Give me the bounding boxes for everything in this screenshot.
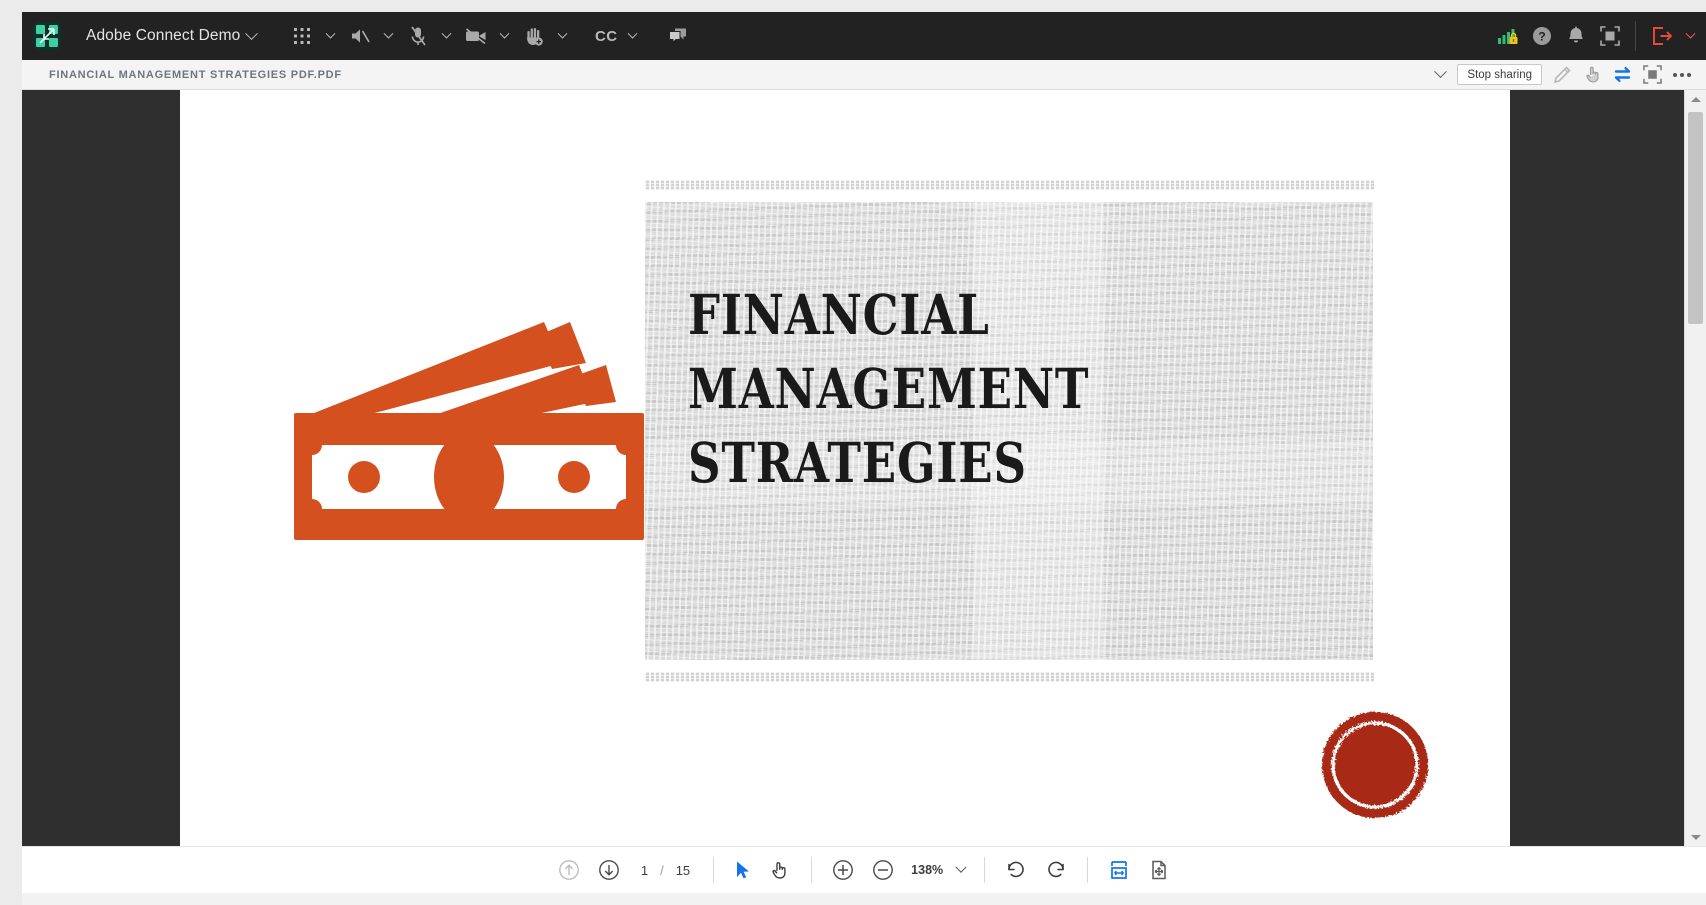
speaker-button[interactable]	[342, 12, 400, 60]
microphone-button[interactable]	[400, 12, 458, 60]
zoom-out-icon[interactable]	[863, 850, 903, 890]
share-pod-header: FINANCIAL MANAGEMENT STRATEGIES PDF.PDF …	[22, 60, 1706, 90]
window-footer-pad	[22, 893, 1706, 905]
notification-bell-icon[interactable]	[1559, 13, 1593, 59]
cover-texture-strip-top	[644, 180, 1374, 190]
zoom-in-icon[interactable]	[823, 850, 863, 890]
stop-sharing-button[interactable]: Stop sharing	[1457, 64, 1542, 85]
exit-meeting-button[interactable]	[1644, 12, 1702, 60]
meeting-title-chevron-down-icon[interactable]	[240, 13, 262, 59]
grunge-circle-stamp-icon	[1322, 712, 1428, 818]
apps-grid-icon	[285, 13, 319, 59]
pointer-hand-icon[interactable]	[1577, 60, 1607, 90]
rotate-clockwise-icon[interactable]	[1036, 850, 1076, 890]
pdf-bottom-toolbar: 1 / 15 138%	[22, 846, 1706, 893]
closed-caption-icon: CC	[594, 27, 618, 45]
select-arrow-icon[interactable]	[725, 850, 761, 890]
shared-file-name: FINANCIAL MANAGEMENT STRATEGIES PDF.PDF	[49, 68, 342, 81]
speaker-muted-icon	[343, 13, 377, 59]
connection-strength-secure-icon[interactable]	[1491, 13, 1525, 59]
help-icon[interactable]: ?	[1525, 13, 1559, 59]
toolbar-divider	[713, 857, 715, 883]
raise-hand-chevron-down-icon[interactable]	[551, 13, 573, 59]
svg-text:?: ?	[1538, 30, 1545, 44]
scroll-up-arrow-icon[interactable]	[1685, 90, 1706, 108]
toolbar-divider	[1635, 21, 1636, 51]
raise-hand-button[interactable]	[516, 12, 574, 60]
fullscreen-icon[interactable]	[1593, 13, 1627, 59]
meeting-title: Adobe Connect Demo	[86, 27, 241, 44]
chat-button[interactable]	[660, 12, 696, 60]
camera-off-icon	[459, 13, 493, 59]
apps-chevron-down-icon[interactable]	[319, 13, 341, 59]
page-down-icon[interactable]	[589, 850, 629, 890]
zoom-chevron-down-icon[interactable]	[949, 850, 973, 890]
adobe-connect-logo-icon[interactable]	[33, 22, 61, 50]
collapse-chevron-down-icon[interactable]	[1425, 60, 1455, 90]
chat-bubbles-icon	[661, 13, 695, 59]
banknote-stack-icon	[294, 322, 644, 540]
camera-chevron-down-icon[interactable]	[493, 13, 515, 59]
pdf-page: FINANCIAL MANAGEMENT STRATEGIES	[180, 90, 1510, 846]
exit-chevron-down-icon[interactable]	[1679, 13, 1701, 59]
toolbar-divider	[811, 857, 813, 883]
document-viewer[interactable]: FINANCIAL MANAGEMENT STRATEGIES	[22, 90, 1684, 846]
scrollbar-thumb[interactable]	[1688, 112, 1703, 324]
adobe-connect-window: Adobe Connect Demo CC ? FINANCIAL MANAGE…	[0, 0, 1706, 905]
microphone-muted-icon	[401, 13, 435, 59]
page-indicator[interactable]: 1 / 15	[641, 863, 690, 878]
vertical-scrollbar[interactable]	[1684, 90, 1706, 846]
fit-width-icon[interactable]	[1099, 850, 1139, 890]
cover-texture-strip-bottom	[644, 672, 1374, 682]
fullscreen-icon[interactable]	[1637, 60, 1667, 90]
pan-hand-icon[interactable]	[761, 850, 800, 890]
speaker-chevron-down-icon[interactable]	[377, 13, 399, 59]
toolbar-divider	[984, 857, 986, 883]
closed-caption-button[interactable]: CC	[590, 12, 644, 60]
logo-arrow-glyph	[39, 28, 55, 44]
page-separator: /	[660, 862, 664, 878]
zoom-level-value[interactable]: 138%	[911, 863, 943, 877]
more-options-icon[interactable]	[1667, 60, 1697, 90]
stop-sharing-label: Stop sharing	[1467, 68, 1532, 81]
cover-graphic: FINANCIAL MANAGEMENT STRATEGIES	[644, 180, 1428, 818]
page-up-icon[interactable]	[549, 850, 589, 890]
camera-button[interactable]	[458, 12, 516, 60]
current-page-value[interactable]: 1	[641, 863, 648, 878]
microphone-chevron-down-icon[interactable]	[435, 13, 457, 59]
sync-arrows-icon[interactable]	[1607, 60, 1637, 90]
exit-meeting-icon	[1645, 13, 1679, 59]
toolbar-divider	[1087, 857, 1089, 883]
cover-title: FINANCIAL MANAGEMENT STRATEGIES	[688, 282, 1090, 495]
draw-pencil-icon[interactable]	[1547, 60, 1577, 90]
pods-apps-button[interactable]	[284, 12, 342, 60]
meeting-toolbar: Adobe Connect Demo CC ?	[22, 12, 1706, 60]
raise-hand-icon	[517, 13, 551, 59]
rotate-counterclockwise-icon[interactable]	[996, 850, 1036, 890]
cc-chevron-down-icon[interactable]	[621, 13, 643, 59]
total-pages-value: 15	[675, 862, 691, 878]
scroll-down-arrow-icon[interactable]	[1685, 828, 1706, 846]
fit-page-icon[interactable]	[1139, 850, 1179, 890]
